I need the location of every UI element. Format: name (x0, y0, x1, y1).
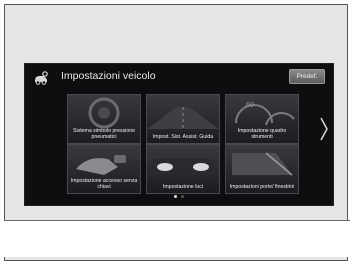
tile-lights[interactable]: Impostazione luci (146, 144, 220, 194)
tile-label: Sistema simbolo pressione pneumatici (73, 128, 135, 140)
tile-label: Impost. Sist. Assist. Guida (152, 134, 214, 140)
tile-driver-assist[interactable]: Impost. Sist. Assist. Guida (146, 94, 220, 144)
page-title: Impostazioni veicolo (61, 70, 156, 82)
tile-instrument-cluster[interactable]: 60 Impostazione quadro strumenti (225, 94, 299, 144)
bottom-strip (4, 220, 350, 257)
tile-label: Impostazione luci (162, 184, 204, 190)
tile-label: Impostazioni porte/ finestrini (229, 184, 295, 190)
tile-tire-pressure[interactable]: Sistema simbolo pressione pneumatici (67, 94, 141, 144)
tile-label: Impostazione accesso senza chiavi (70, 178, 138, 190)
page-indicator (25, 195, 333, 198)
page-dot (181, 195, 184, 198)
vehicle-settings-screen: Impostazioni veicolo Predef. Sistema sim… (24, 63, 334, 206)
tile-keyless-access[interactable]: Impostazione accesso senza chiavi (67, 144, 141, 194)
default-button[interactable]: Predef. (289, 69, 325, 84)
tile-label: Impostazione quadro strumenti (237, 128, 287, 140)
chevron-right-icon[interactable] (319, 116, 329, 142)
svg-text:60: 60 (246, 102, 254, 109)
screen-header: Impostazioni veicolo Predef. (25, 64, 333, 90)
vehicle-settings-icon (35, 71, 48, 85)
tile-doors-windows[interactable]: Impostazioni porte/ finestrini (225, 144, 299, 194)
page-dot-active (174, 195, 177, 198)
